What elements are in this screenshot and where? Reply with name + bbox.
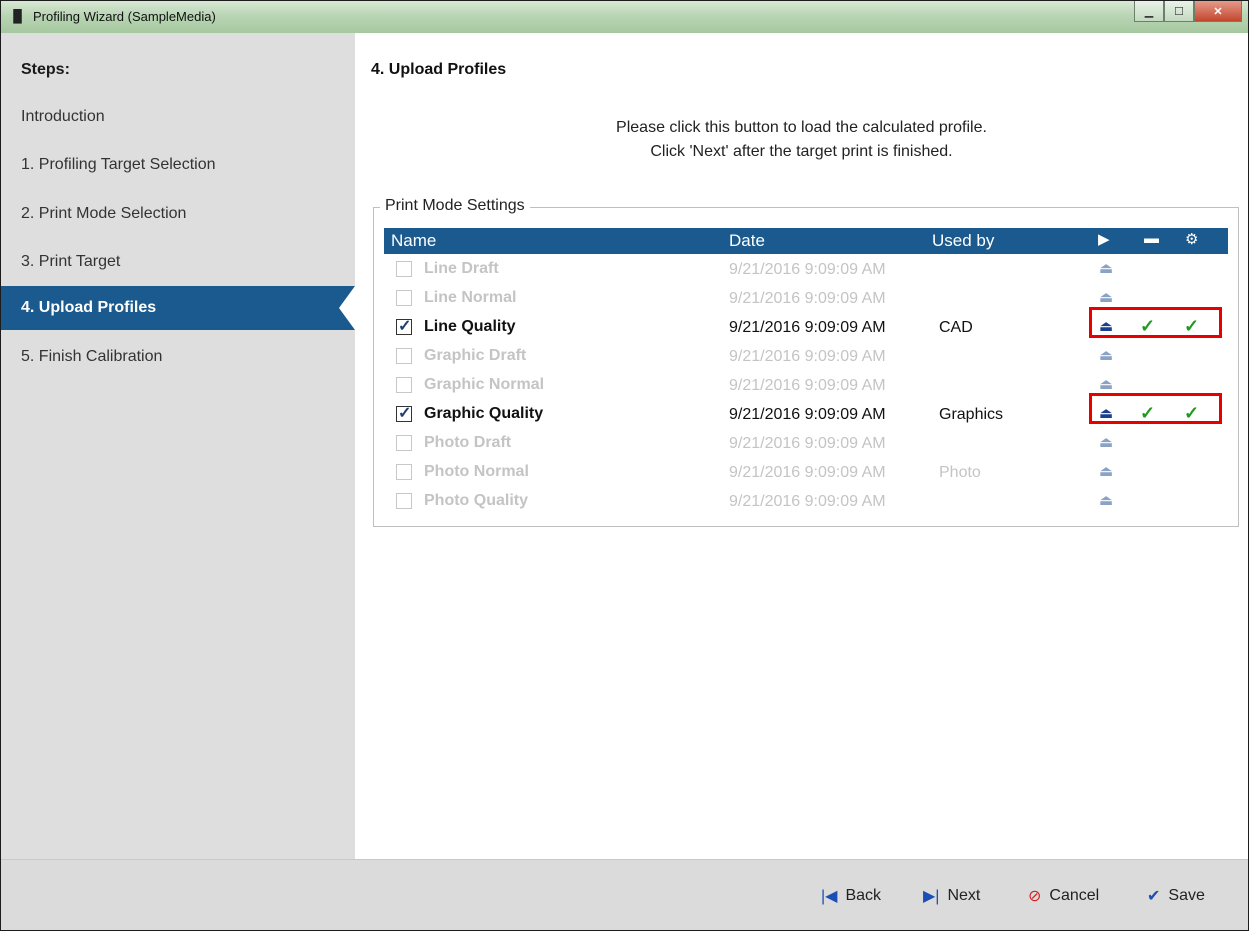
printer-icon[interactable]: ▬ — [1144, 230, 1159, 247]
row-checkbox[interactable] — [396, 290, 412, 306]
back-label: Back — [845, 887, 882, 904]
upload-icon[interactable]: ⏏ — [1099, 346, 1113, 364]
save-check-icon: ✔ — [1147, 888, 1161, 905]
cancel-icon: ⊘ — [1028, 888, 1042, 905]
maximize-button[interactable]: ☐ — [1164, 1, 1194, 22]
row-name: Line Quality — [424, 318, 516, 335]
save-label: Save — [1168, 887, 1205, 904]
row-used-by: CAD — [939, 319, 973, 336]
step-label: 2. Print Mode Selection — [21, 205, 187, 222]
row-date: 9/21/2016 9:09:09 AM — [729, 377, 886, 394]
page-title: 4. Upload Profiles — [371, 61, 507, 78]
row-date: 9/21/2016 9:09:09 AM — [729, 319, 886, 336]
row-date: 9/21/2016 9:09:09 AM — [729, 406, 886, 423]
row-name: Photo Quality — [424, 492, 528, 509]
step-finish-calibration[interactable]: 5. Finish Calibration — [1, 335, 355, 379]
upload-icon[interactable]: ⏏ — [1099, 433, 1113, 451]
upload-icon[interactable]: ⏏ — [1099, 288, 1113, 306]
step-label: 3. Print Target — [21, 253, 121, 270]
row-date: 9/21/2016 9:09:09 AM — [729, 261, 886, 278]
title-bar: ▐▌ Profiling Wizard (SampleMedia) ▁ ☐ ✕ — [1, 1, 1248, 33]
table-row: Photo Draft 9/21/2016 9:09:09 AM ⏏ — [384, 429, 1228, 458]
step-label: 5. Finish Calibration — [21, 348, 163, 365]
next-arrow-icon: ▶| — [923, 888, 940, 905]
row-checkbox[interactable] — [396, 377, 412, 393]
steps-title: Steps: — [21, 61, 70, 78]
highlight-box — [1089, 307, 1222, 338]
column-header-used-by[interactable]: Used by — [932, 231, 994, 251]
row-checkbox[interactable]: ✓ — [396, 405, 412, 422]
instruction-line-2: Click 'Next' after the target print is f… — [650, 143, 953, 160]
row-checkbox[interactable] — [396, 464, 412, 480]
steps-sidebar: Steps: Introduction 1. Profiling Target … — [1, 33, 355, 859]
row-name: Line Normal — [424, 289, 517, 306]
step-label: 4. Upload Profiles — [21, 299, 157, 316]
group-label: Print Mode Settings — [380, 197, 530, 215]
settings-icon[interactable]: ⚙ — [1185, 230, 1198, 248]
step-print-mode-selection[interactable]: 2. Print Mode Selection — [1, 192, 355, 236]
checkmark-icon: ✓ — [398, 405, 412, 422]
row-checkbox[interactable]: ✓ — [396, 318, 412, 335]
main-panel: 4. Upload Profiles Please click this but… — [355, 33, 1248, 859]
step-upload-profiles[interactable]: 4. Upload Profiles — [1, 286, 355, 330]
table-row: Photo Quality 9/21/2016 9:09:09 AM ⏏ — [384, 487, 1228, 516]
row-date: 9/21/2016 9:09:09 AM — [729, 493, 886, 510]
next-label: Next — [947, 887, 981, 904]
table-header: Name Date Used by ▶ ▬ ⚙ — [384, 228, 1228, 254]
upload-icon[interactable]: ⏏ — [1099, 259, 1113, 277]
row-name: Graphic Normal — [424, 376, 545, 393]
cancel-button[interactable]: ⊘ Cancel — [1028, 886, 1099, 906]
column-header-date[interactable]: Date — [729, 231, 765, 251]
window-controls: ▁ ☐ ✕ — [1134, 1, 1242, 22]
step-label: Introduction — [21, 108, 105, 125]
play-icon[interactable]: ▶ — [1098, 230, 1110, 248]
window-title: Profiling Wizard (SampleMedia) — [33, 9, 216, 24]
back-arrow-icon: |◀ — [821, 888, 838, 905]
print-mode-settings-group: Print Mode Settings Name Date Used by ▶ … — [373, 197, 1239, 527]
row-name: Graphic Draft — [424, 347, 527, 364]
wizard-footer: |◀ Back ▶| Next ⊘ Cancel ✔ Save — [1, 859, 1248, 930]
row-checkbox[interactable] — [396, 261, 412, 277]
table-row: Graphic Draft 9/21/2016 9:09:09 AM ⏏ — [384, 342, 1228, 371]
row-used-by: Photo — [939, 464, 981, 481]
minimize-button[interactable]: ▁ — [1134, 1, 1164, 22]
row-name: Line Draft — [424, 260, 499, 277]
wizard-icon: ▐▌ — [9, 9, 27, 23]
next-button[interactable]: ▶| Next — [923, 886, 980, 906]
row-name: Photo Draft — [424, 434, 512, 451]
profiling-wizard-window: ▐▌ Profiling Wizard (SampleMedia) ▁ ☐ ✕ … — [0, 0, 1249, 931]
table-row: Photo Normal 9/21/2016 9:09:09 AM Photo … — [384, 458, 1228, 487]
row-name: Photo Normal — [424, 463, 529, 480]
checkmark-icon: ✓ — [398, 318, 412, 335]
row-checkbox[interactable] — [396, 348, 412, 364]
column-header-name[interactable]: Name — [391, 231, 436, 251]
step-profiling-target-selection[interactable]: 1. Profiling Target Selection — [1, 143, 355, 187]
row-date: 9/21/2016 9:09:09 AM — [729, 464, 886, 481]
cancel-label: Cancel — [1049, 887, 1100, 904]
upload-icon[interactable]: ⏏ — [1099, 375, 1113, 393]
step-print-target[interactable]: 3. Print Target — [1, 240, 355, 284]
row-name: Graphic Quality — [424, 405, 544, 422]
upload-icon[interactable]: ⏏ — [1099, 491, 1113, 509]
row-checkbox[interactable] — [396, 435, 412, 451]
row-date: 9/21/2016 9:09:09 AM — [729, 435, 886, 452]
step-introduction[interactable]: Introduction — [1, 95, 355, 139]
upload-icon[interactable]: ⏏ — [1099, 462, 1113, 480]
step-label: 1. Profiling Target Selection — [21, 156, 216, 173]
row-date: 9/21/2016 9:09:09 AM — [729, 348, 886, 365]
save-button[interactable]: ✔ Save — [1147, 886, 1205, 906]
row-date: 9/21/2016 9:09:09 AM — [729, 290, 886, 307]
highlight-box — [1089, 393, 1222, 424]
table-row: Line Draft 9/21/2016 9:09:09 AM ⏏ — [384, 255, 1228, 284]
close-button[interactable]: ✕ — [1194, 1, 1242, 22]
instruction-line-1: Please click this button to load the cal… — [616, 119, 987, 136]
row-used-by: Graphics — [939, 406, 1004, 423]
row-checkbox[interactable] — [396, 493, 412, 509]
back-button[interactable]: |◀ Back — [821, 886, 881, 906]
